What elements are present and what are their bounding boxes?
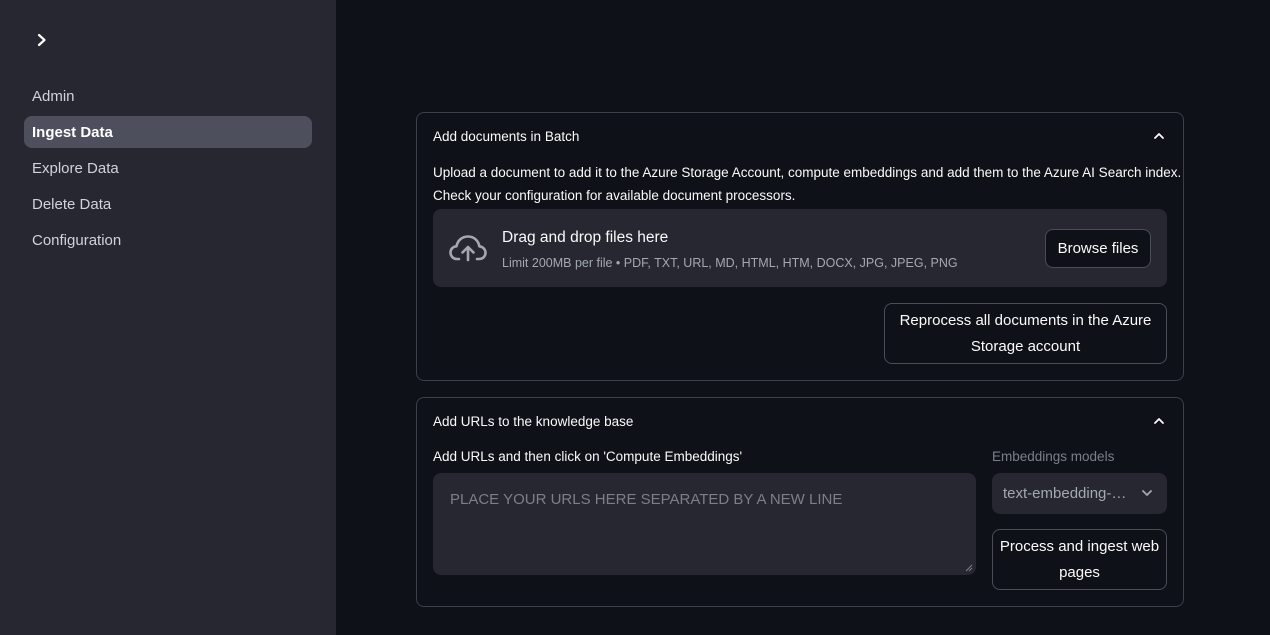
sidebar-item-ingest-data[interactable]: Ingest Data [24, 116, 312, 148]
embeddings-model-select[interactable]: text-embedding-ada-002 [992, 473, 1167, 514]
dropzone-title: Drag and drop files here [502, 229, 669, 246]
batch-expander: Add documents in Batch Upload a document… [416, 112, 1184, 381]
embeddings-models-label: Embeddings models [992, 449, 1115, 464]
sidebar-item-label: Configuration [32, 231, 122, 249]
sidebar-item-label: Ingest Data [32, 123, 113, 141]
resize-grip-icon[interactable] [965, 564, 973, 572]
chevron-down-icon [1142, 490, 1152, 496]
process-web-pages-button[interactable]: Process and ingest web pages [992, 529, 1167, 590]
main-content: Add documents in Batch Upload a document… [336, 0, 1270, 635]
urls-expander-title[interactable]: Add URLs to the knowledge base [433, 414, 633, 429]
sidebar-item-label: Delete Data [32, 195, 112, 213]
cloud-upload-icon [449, 235, 487, 262]
sidebar-nav: Admin Ingest Data Explore Data Delete Da… [24, 80, 312, 260]
sidebar-item-configuration[interactable]: Configuration [24, 224, 312, 256]
expand-sidebar-button[interactable] [30, 30, 54, 50]
urls-textarea[interactable] [433, 473, 976, 575]
sidebar-item-explore-data[interactable]: Explore Data [24, 152, 312, 184]
embeddings-model-value: text-embedding-ada-002 [1003, 485, 1133, 502]
sidebar-item-label: Explore Data [32, 159, 119, 177]
batch-description-line: Upload a document to add it to the Azure… [433, 165, 1182, 180]
sidebar: Admin Ingest Data Explore Data Delete Da… [0, 0, 336, 635]
batch-expander-title[interactable]: Add documents in Batch [433, 129, 579, 144]
chevron-up-icon[interactable] [1153, 129, 1165, 147]
sidebar-item-delete-data[interactable]: Delete Data [24, 188, 312, 220]
reprocess-button[interactable]: Reprocess all documents in the Azure Sto… [884, 303, 1167, 364]
urls-instruction: Add URLs and then click on 'Compute Embe… [433, 449, 743, 464]
dropzone-limit: Limit 200MB per file • PDF, TXT, URL, MD… [502, 256, 958, 270]
file-dropzone[interactable]: Drag and drop files here Limit 200MB per… [433, 209, 1167, 287]
chevron-up-icon[interactable] [1153, 414, 1165, 432]
chevron-right-icon [37, 33, 46, 47]
urls-expander: Add URLs to the knowledge base Add URLs … [416, 397, 1184, 607]
batch-description: Upload a document to add it to the Azure… [433, 161, 1181, 207]
batch-description-line: Check your configuration for available d… [433, 188, 796, 203]
sidebar-item-label: Admin [32, 87, 75, 105]
sidebar-item-admin[interactable]: Admin [24, 80, 312, 112]
browse-files-button[interactable]: Browse files [1045, 229, 1151, 268]
